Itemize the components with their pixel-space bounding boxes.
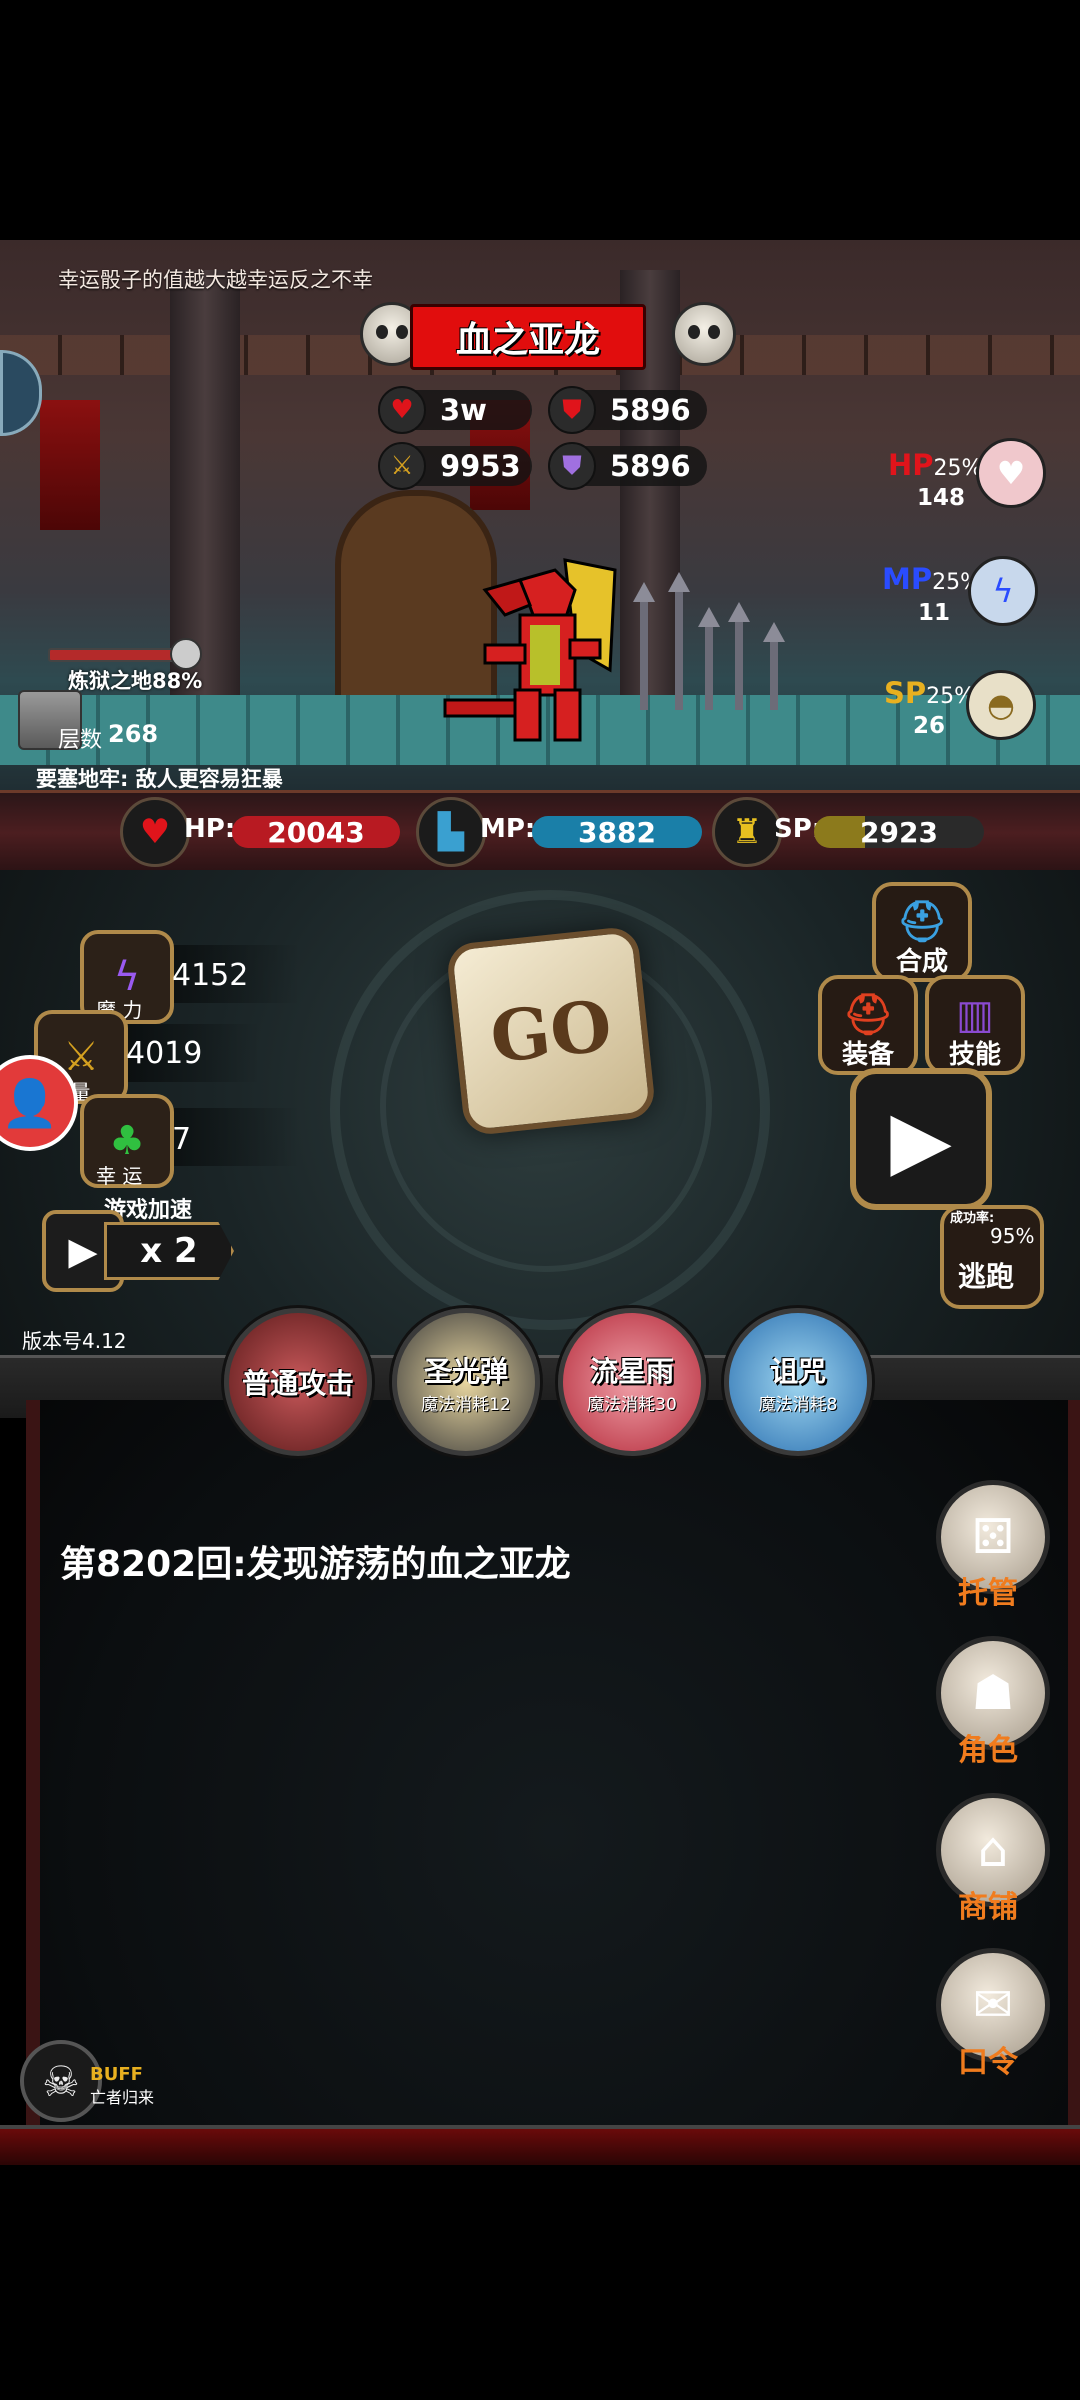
player-mp-label: MP: <box>480 814 536 844</box>
attr-strength-value: 4019 <box>126 1036 203 1071</box>
skill-holy-light[interactable]: 圣光弹 魔法消耗12 <box>392 1308 540 1456</box>
spike <box>698 607 720 710</box>
player-sp-bar: 2923 <box>814 816 984 849</box>
strength-icon: ♜ <box>712 797 782 867</box>
shop-sign-icon: ⌂ <box>977 1822 1009 1878</box>
attr-magic-value: 4152 <box>172 958 249 993</box>
skill-name: 圣光弹 <box>423 1354 508 1388</box>
skill-name: 流星雨 <box>589 1354 674 1388</box>
log-line: 第8202回:发现游荡的血之亚龙 <box>60 1544 571 1585</box>
mp-potion-group[interactable]: MP25% <box>882 562 981 596</box>
spike <box>668 572 690 710</box>
skill-cost: 魔法消耗30 <box>587 1394 677 1415</box>
enemy-hp-value: 3w <box>440 393 487 427</box>
skull-right-icon <box>672 302 736 366</box>
go-dice-button[interactable]: GO <box>445 925 657 1137</box>
potion-heart-icon[interactable]: ♥ <box>976 438 1046 508</box>
speed-value[interactable]: x 2 <box>104 1222 234 1280</box>
equip-label: 装备 <box>841 1040 894 1070</box>
character-label: 角色 <box>958 1733 1018 1768</box>
attr-luck-value: 7 <box>172 1122 192 1157</box>
sp-potion-count: 26 <box>913 713 946 739</box>
sword-icon: ⚔ <box>378 442 426 490</box>
boss-name-bar: 血之亚龙 <box>410 304 646 370</box>
potion-lightning-icon[interactable]: ϟ <box>968 556 1038 626</box>
shop-label: 商铺 <box>958 1890 1018 1925</box>
spike <box>633 582 655 710</box>
attr-luck-label: 幸 运 <box>96 1164 143 1188</box>
battle-log <box>26 1400 1080 2125</box>
red-banner <box>40 400 100 530</box>
play-icon: ▶ <box>890 1092 952 1186</box>
hp-potion-label: HP <box>888 448 934 482</box>
skill-name: 诅咒 <box>769 1354 826 1388</box>
password-label: 口令 <box>958 2045 1018 2080</box>
escape-rate: 95% <box>990 1224 1035 1248</box>
enemy-attack-value: 9953 <box>440 449 521 483</box>
spike <box>763 622 785 710</box>
buff-label: BUFF <box>90 2064 143 2085</box>
escape-label: 逃跑 <box>958 1260 1015 1293</box>
hp-potion-group[interactable]: HP25% <box>888 448 982 482</box>
skill-curse[interactable]: 诅咒 魔法消耗8 <box>724 1308 872 1456</box>
enemy-hp-stat: ♥ 3w <box>378 386 532 434</box>
mp-potion-label: MP <box>882 562 933 596</box>
fortress-note: 要塞地牢: 敌人更容易狂暴 <box>36 767 283 791</box>
boss-name: 血之亚龙 <box>455 320 600 361</box>
skill-label: 技能 <box>948 1040 1001 1070</box>
heart-icon: ♥ <box>120 797 190 867</box>
skill-meteor[interactable]: 流星雨 魔法消耗30 <box>558 1308 706 1456</box>
buff-name: 亡者归来 <box>90 2088 155 2107</box>
enemy-attack-stat: ⚔ 9953 <box>378 442 532 490</box>
hooded-figure-icon: ☗ <box>971 1665 1015 1721</box>
floor-count-label: 层数 <box>58 728 103 753</box>
book-icon: ▥ <box>956 992 994 1038</box>
log-frame-bottom <box>0 2125 1080 2165</box>
play-button[interactable]: ▶ <box>850 1068 992 1210</box>
hp-potion-pct: 25% <box>933 456 983 481</box>
dice-pair-icon: ⚄ <box>972 1509 1014 1565</box>
purple-shield-icon: ⛊ <box>548 442 596 490</box>
stone-pillar <box>170 270 240 700</box>
floor-name: 炼狱之地88% <box>68 669 203 693</box>
enemy-magic-defense-value: 5896 <box>610 449 691 483</box>
synth-button[interactable]: ⛑ 合成 <box>872 882 972 982</box>
enemy-defense-stat: ⛊ 5896 <box>548 386 707 434</box>
skill-button[interactable]: ▥ 技能 <box>925 975 1025 1075</box>
auto-label: 托管 <box>958 1576 1018 1611</box>
enemy-magic-defense-stat: ⛊ 5896 <box>548 442 707 490</box>
escape-rate-label: 成功率: <box>950 1211 995 1226</box>
boot-icon: ▙ <box>416 797 486 867</box>
skill-cost: 魔法消耗8 <box>758 1394 838 1415</box>
helmet-icon: ⛑ <box>842 992 894 1038</box>
floor-count: 268 <box>108 720 159 748</box>
player-mp-bar: 3882 <box>532 816 702 849</box>
scroll-icon: ✉ <box>972 1977 1014 2033</box>
synth-label: 合成 <box>895 947 948 977</box>
version-label: 版本号4.12 <box>22 1329 127 1353</box>
equip-button[interactable]: ⛑ 装备 <box>818 975 918 1075</box>
hp-potion-count: 148 <box>917 485 966 511</box>
mp-potion-count: 11 <box>918 600 951 626</box>
sp-potion-group[interactable]: SP25% <box>884 676 975 710</box>
enemy-defense-value: 5896 <box>610 393 691 427</box>
sp-potion-label: SP <box>884 676 927 710</box>
red-shield-icon: ⛊ <box>548 386 596 434</box>
skill-name: 普通攻击 <box>241 1367 354 1400</box>
skill-cost: 魔法消耗12 <box>421 1394 511 1415</box>
synth-helmet-icon: ⛑ <box>896 899 948 945</box>
red-dragon-sprite[interactable] <box>425 550 625 750</box>
food-plate-icon[interactable]: ◓ <box>966 670 1036 740</box>
skill-normal-attack[interactable]: 普通攻击 <box>224 1308 372 1456</box>
player-hp-label: HP: <box>184 814 236 844</box>
heart-icon: ♥ <box>378 386 426 434</box>
dice-label: GO <box>486 983 616 1079</box>
player-hp-bar: 20043 <box>232 816 400 849</box>
spike <box>728 602 750 710</box>
battle-tip: 幸运骰子的值越大越幸运反之不幸 <box>58 268 373 292</box>
